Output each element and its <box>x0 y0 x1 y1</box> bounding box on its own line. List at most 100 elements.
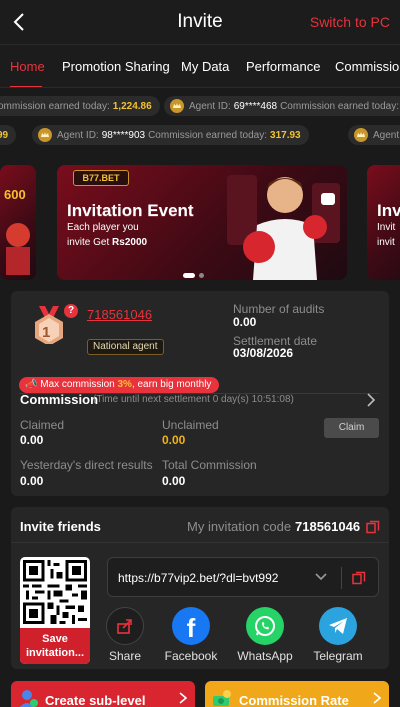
ticker-chip: Agent ID: 69****468 Commission earned to… <box>164 96 400 116</box>
commission-ticker-row: ommission earned today: 1,224.86 Agent I… <box>0 93 400 119</box>
invitation-qr-card[interactable]: Save invitation... <box>20 557 90 664</box>
yesterday-value: 0.00 <box>20 474 44 488</box>
user-id-link[interactable]: 718561046 <box>87 307 152 322</box>
tab-my-data[interactable]: My Data <box>181 59 229 74</box>
invitation-link-field[interactable]: https://b77vip2.bet/?dl=bvt992 <box>107 557 379 597</box>
add-user-icon <box>19 690 38 707</box>
banner-line2: invit <box>377 237 395 248</box>
ticker-agent-label: Agent ID: <box>373 129 400 141</box>
copy-link-icon[interactable] <box>352 571 366 585</box>
ticker-chip: Agent ID: 98****903 Commission earned to… <box>32 125 309 145</box>
whatsapp-label: WhatsApp <box>237 649 293 663</box>
total-commission-value: 0.00 <box>162 474 186 488</box>
settlement-countdown: (Time until next settlement 0 day(s) 10:… <box>93 394 294 405</box>
max-commission-text: Max commission <box>40 379 115 390</box>
tab-promotion-sharing[interactable]: Promotion Sharing <box>62 59 170 74</box>
ticker-chip: 99 <box>0 125 17 145</box>
agent-type-badge: National agent <box>87 339 164 355</box>
max-commission-badge: 📣 Max commission 3%, earn big monthly <box>19 377 220 393</box>
chevron-down-icon[interactable] <box>314 572 328 582</box>
claimed-value: 0.00 <box>20 433 44 447</box>
facebook-label: Facebook <box>164 649 218 663</box>
create-sub-level-label: Create sub-level <box>45 693 146 707</box>
qr-code <box>23 560 87 624</box>
countdown-value: 0 day(s) 10:51:08) <box>212 394 294 405</box>
max-commission-suffix: , earn big monthly <box>131 379 212 390</box>
tab-home[interactable]: Home <box>10 59 45 74</box>
audits-value: 0.00 <box>233 315 257 329</box>
agent-level-number: 1 <box>42 324 51 341</box>
facebook-share-button[interactable]: f Facebook <box>161 607 221 663</box>
crown-icon <box>354 128 368 142</box>
ticker-chip: ommission earned today: 1,224.86 <box>0 96 160 116</box>
ticker-agent-label: Agent ID: <box>189 100 231 112</box>
tab-commission[interactable]: Commission <box>335 59 400 74</box>
ticker-chip: Agent ID: 77* <box>348 125 400 145</box>
banner-slide-prev[interactable]: 600 <box>0 165 36 280</box>
ticker-agent-label: Agent ID: <box>57 129 99 141</box>
yesterday-label: Yesterday's direct results <box>20 458 153 472</box>
save-invitation-button[interactable]: Save invitation... <box>20 628 90 664</box>
whatsapp-icon <box>246 607 284 645</box>
ticker-amount: 317.93 <box>270 129 301 141</box>
tab-bar: Home Promotion Sharing My Data Performan… <box>0 44 400 88</box>
invitation-code: 718561046 <box>295 519 361 534</box>
invitation-link: https://b77vip2.bet/?dl=bvt992 <box>118 571 279 585</box>
invitation-code-label: My invitation code <box>187 519 292 534</box>
banner-line1: Invit <box>377 222 396 233</box>
banner-line2-amount: Rs2000 <box>112 237 148 248</box>
ticker-agent-id: 69****468 <box>233 100 278 112</box>
invite-friends-title: Invite friends <box>20 519 101 534</box>
crown-icon <box>38 128 52 142</box>
top-bar: Invite Switch to PC <box>0 0 400 44</box>
commission-title: Commission <box>20 392 99 407</box>
unclaimed-value: 0.00 <box>162 433 186 447</box>
banner-line2-text: invite Get <box>67 237 110 248</box>
boxer-illustration <box>6 223 30 275</box>
share-button[interactable]: Share <box>95 607 155 663</box>
telegram-share-button[interactable]: Telegram <box>308 607 368 663</box>
player-illustration <box>227 175 340 280</box>
ticker-label: ommission earned today: <box>0 100 110 112</box>
crown-icon <box>170 99 184 113</box>
ticker-label: Commission earned today: <box>148 129 268 141</box>
money-icon <box>213 690 231 706</box>
banner-slide-invitation-event[interactable]: B77.BET Invitation Event Each player you… <box>57 165 347 280</box>
banner-line2: invite Get Rs2000 <box>67 237 147 248</box>
divider <box>341 567 342 589</box>
copy-icon[interactable] <box>366 520 380 534</box>
create-sub-level-button[interactable]: Create sub-level <box>11 681 195 707</box>
claim-button[interactable]: Claim <box>324 418 379 438</box>
banner-amount: 600 <box>4 187 26 202</box>
active-tab-indicator <box>10 86 42 87</box>
ticker-amount: 1,224.86 <box>112 100 152 112</box>
megaphone-icon: 📣 <box>25 379 38 390</box>
switch-to-pc-link[interactable]: Switch to PC <box>310 14 390 30</box>
banner-line1: Each player you <box>67 222 139 233</box>
settlement-value: 03/08/2026 <box>233 346 294 360</box>
chevron-right-icon[interactable] <box>366 393 376 407</box>
total-commission-label: Total Commission <box>162 458 257 472</box>
telegram-label: Telegram <box>313 649 363 663</box>
commission-ticker-row: 99 Agent ID: 98****903 Commission earned… <box>0 122 400 148</box>
max-commission-pct: 3% <box>117 379 132 390</box>
banner-carousel[interactable]: 600 B77.BET Invitation Event Each player… <box>0 165 400 280</box>
back-arrow-icon[interactable] <box>10 10 30 34</box>
chevron-right-icon <box>179 692 187 704</box>
invite-friends-card: Invite friends My invitation code 718561… <box>11 507 389 669</box>
brand-logo: B77.BET <box>73 170 129 186</box>
whatsapp-share-button[interactable]: WhatsApp <box>235 607 295 663</box>
ticker-amount: 99 <box>0 129 9 141</box>
chevron-right-icon <box>373 692 381 704</box>
share-label: Share <box>108 649 142 663</box>
question-icon[interactable]: ? <box>64 304 78 318</box>
agent-commission-card: 1 ? 718561046 National agent Number of a… <box>11 291 389 496</box>
banner-title: Inv <box>377 201 400 220</box>
banner-slide-next[interactable]: Inv Invit invit <box>367 165 400 280</box>
commission-rate-button[interactable]: Commission Rate <box>205 681 389 707</box>
audits-label: Number of audits <box>233 302 325 316</box>
banner-title: Invitation Event <box>67 201 194 220</box>
countdown-label: (Time until next settlement <box>93 394 210 405</box>
tab-performance[interactable]: Performance <box>246 59 320 74</box>
share-icon <box>106 607 144 645</box>
